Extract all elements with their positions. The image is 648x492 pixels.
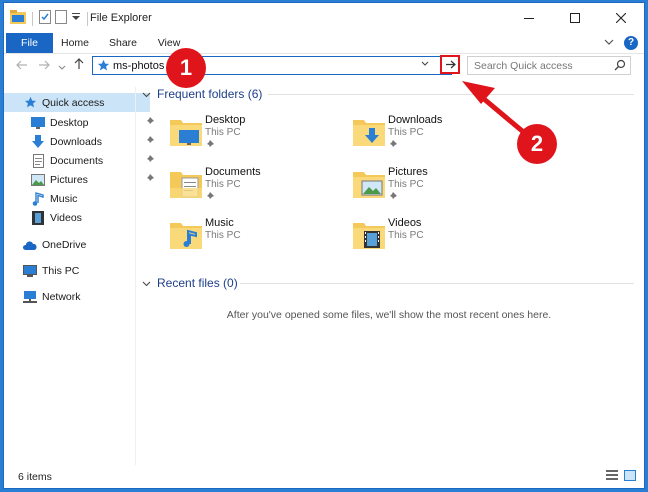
- navigation-pane: Quick access Desktop Downloads Documents…: [4, 87, 154, 467]
- address-input[interactable]: ms-photos: [113, 60, 164, 72]
- details-view-icon[interactable]: [606, 470, 618, 484]
- minimize-button[interactable]: [506, 3, 552, 33]
- callout-1: 1: [166, 48, 206, 88]
- window-title: File Explorer: [90, 12, 152, 24]
- desktop-icon: [30, 115, 46, 131]
- documents-folder-icon: [169, 166, 203, 200]
- section-divider: [268, 94, 634, 95]
- tab-file[interactable]: File: [6, 33, 53, 53]
- chevron-down-icon: [58, 65, 66, 70]
- sidebar-item-this-pc[interactable]: This PC: [4, 261, 150, 280]
- folder-tile-downloads[interactable]: Downloads This PC: [352, 114, 522, 160]
- star-icon: [97, 59, 110, 75]
- help-icon[interactable]: ?: [624, 36, 638, 50]
- videos-folder-icon: [352, 217, 386, 251]
- recent-empty-message: After you've opened some files, we'll sh…: [226, 309, 552, 321]
- pane-divider: [135, 87, 136, 465]
- chevron-down-icon: [142, 87, 151, 101]
- maximize-icon: [570, 13, 580, 23]
- tab-home[interactable]: Home: [57, 33, 93, 53]
- sidebar-item-onedrive[interactable]: OneDrive: [4, 235, 150, 254]
- pin-icon: [145, 136, 154, 148]
- file-explorer-window: File Explorer File Home Share View ? ms-…: [4, 3, 644, 488]
- folder-tile-documents[interactable]: Documents This PC: [169, 166, 339, 212]
- star-icon: [22, 95, 38, 111]
- documents-icon: [30, 153, 46, 169]
- up-arrow-icon: [74, 58, 84, 69]
- music-icon: [30, 191, 46, 207]
- pictures-icon: [30, 172, 46, 188]
- folder-app-icon: [10, 10, 26, 27]
- pin-icon: [388, 140, 397, 152]
- expand-ribbon-icon[interactable]: [604, 37, 614, 49]
- section-divider: [240, 283, 634, 284]
- videos-icon: [30, 210, 46, 226]
- desktop-folder-icon: [169, 114, 203, 148]
- tab-share[interactable]: Share: [105, 33, 141, 53]
- download-icon: [30, 134, 46, 150]
- status-bar: 6 items: [4, 466, 644, 488]
- sidebar-item-quick-access[interactable]: Quick access: [4, 93, 150, 112]
- recent-files-header[interactable]: Recent files (0): [142, 276, 238, 290]
- search-icon[interactable]: [614, 59, 626, 74]
- search-box[interactable]: Search Quick access: [467, 56, 631, 75]
- quick-access-toolbar: [10, 10, 90, 27]
- pictures-folder-icon: [352, 166, 386, 200]
- address-row: ms-photos Search Quick access: [4, 54, 644, 80]
- maximize-button[interactable]: [552, 3, 598, 33]
- minimize-icon: [524, 18, 534, 19]
- callout-2: 2: [517, 124, 557, 164]
- music-folder-icon: [169, 217, 203, 251]
- back-button[interactable]: [16, 59, 28, 73]
- ribbon-tabs: File Home Share View ?: [4, 33, 644, 54]
- folder-tile-music[interactable]: Music This PC: [169, 217, 339, 263]
- chevron-down-icon: [142, 276, 151, 290]
- up-button[interactable]: [74, 58, 84, 73]
- back-arrow-icon: [16, 60, 27, 70]
- folder-tile-videos[interactable]: Videos This PC: [352, 217, 522, 263]
- pin-icon: [205, 192, 214, 204]
- close-icon: [616, 13, 626, 23]
- properties-icon[interactable]: [39, 10, 51, 27]
- downloads-folder-icon: [352, 114, 386, 148]
- pin-icon: [145, 174, 154, 186]
- new-folder-icon[interactable]: [55, 10, 67, 27]
- forward-button[interactable]: [38, 59, 50, 73]
- item-count: 6 items: [18, 471, 52, 483]
- folder-tile-pictures[interactable]: Pictures This PC: [352, 166, 522, 212]
- pin-icon: [388, 192, 397, 204]
- network-icon: [22, 289, 38, 305]
- address-dropdown-icon[interactable]: [421, 59, 429, 70]
- pin-icon: [145, 155, 154, 167]
- computer-icon: [22, 263, 38, 279]
- folder-tile-desktop[interactable]: Desktop This PC: [169, 114, 339, 160]
- arrow-right-icon: [445, 60, 456, 69]
- cloud-icon: [22, 237, 38, 253]
- frequent-folders-header[interactable]: Frequent folders (6): [142, 87, 262, 101]
- sidebar-item-network[interactable]: Network: [4, 287, 150, 306]
- customize-toolbar-icon[interactable]: [71, 12, 81, 25]
- recent-locations-button[interactable]: [58, 60, 66, 74]
- large-icons-view-icon[interactable]: [624, 470, 636, 484]
- pin-icon: [205, 140, 214, 152]
- address-bar[interactable]: ms-photos: [92, 56, 452, 75]
- close-button[interactable]: [598, 3, 644, 33]
- pin-icon: [145, 117, 154, 129]
- search-placeholder: Search Quick access: [474, 60, 573, 72]
- go-to-address-button[interactable]: [440, 55, 460, 74]
- forward-arrow-icon: [39, 60, 50, 70]
- title-bar: File Explorer: [4, 3, 644, 33]
